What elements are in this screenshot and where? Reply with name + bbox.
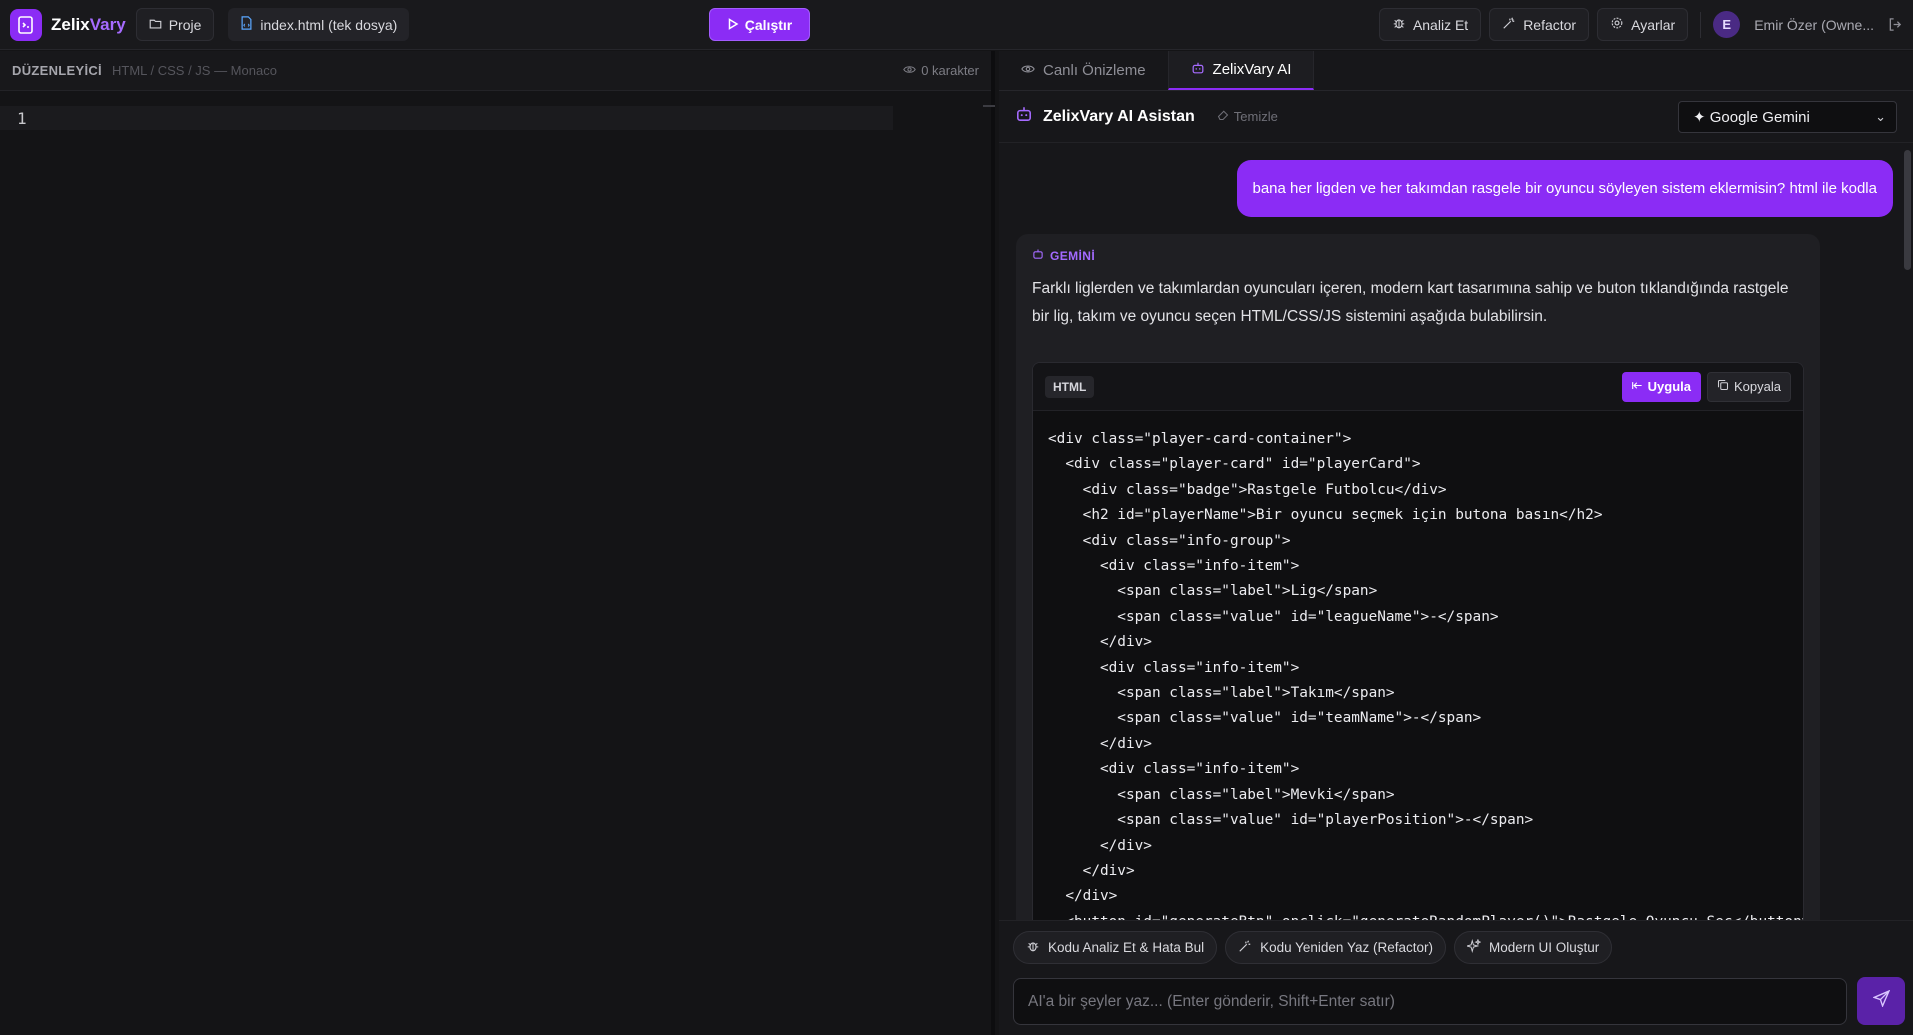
code-line: <span class="label">Lig</span>: [1048, 583, 1378, 600]
divider: [1700, 11, 1702, 38]
eye-icon: [903, 63, 916, 79]
code-line: </div>: [1048, 837, 1152, 854]
editor-subtitle: HTML / CSS / JS — Monaco: [111, 63, 277, 78]
code-line: <div class="badge">Rastgele Futbolcu</di…: [1048, 481, 1447, 498]
eraser-icon: [1217, 109, 1229, 124]
file-code-icon: [240, 16, 253, 33]
apply-button[interactable]: Uygula: [1621, 371, 1702, 402]
code-line: <span class="value" id="teamName">-</spa…: [1048, 710, 1482, 727]
scrollbar[interactable]: [1904, 150, 1911, 270]
refactor-button[interactable]: Refactor: [1489, 8, 1590, 41]
bot-icon: [1191, 61, 1205, 79]
code-editor[interactable]: DÜZENLEYİCİ HTML / CSS / JS — Monaco 0 k…: [0, 51, 995, 1035]
code-line: <h2 id="playerName">Bir oyuncu seçmek iç…: [1048, 507, 1603, 524]
sparkles-icon: [1465, 938, 1482, 956]
code-line: </div>: [1048, 735, 1152, 752]
bug-icon: [1392, 16, 1406, 33]
code-block-header: HTML Uygula Kopyala: [1033, 363, 1803, 411]
code-content: <div class="player-card-container"> <div…: [1033, 411, 1803, 920]
code-language-badge: HTML: [1045, 375, 1095, 398]
app-brand: ZelixVary: [51, 14, 126, 34]
bot-icon: [1032, 248, 1044, 263]
code-line: <div class="player-card" id="playerCard"…: [1048, 456, 1421, 473]
send-button[interactable]: [1857, 977, 1905, 1025]
composer-area: Kodu Analiz Et & Hata Bul Kodu Yeniden Y…: [999, 920, 1913, 1035]
side-panel: Canlı Önizleme ZelixVary AI ZelixVary AI…: [999, 51, 1913, 1035]
project-button[interactable]: Proje: [135, 8, 215, 41]
gear-icon: [1610, 16, 1624, 33]
chevron-down-icon: ⌄: [1875, 108, 1886, 124]
panel-tabs: Canlı Önizleme ZelixVary AI: [999, 51, 1913, 91]
play-icon: [727, 17, 739, 33]
app-logo-icon[interactable]: [10, 8, 42, 41]
folder-icon: [149, 17, 162, 33]
code-line: <button id="generateBtn" onclick="genera…: [1048, 910, 1803, 920]
code-line: <div class="info-group">: [1048, 532, 1291, 549]
analyze-button[interactable]: Analiz Et: [1378, 8, 1482, 41]
suggestion-refactor[interactable]: Kodu Yeniden Yaz (Refactor): [1225, 931, 1446, 964]
minimap-marker: [983, 105, 995, 107]
user-name[interactable]: Emir Özer (Owne...: [1754, 17, 1874, 33]
settings-button[interactable]: Ayarlar: [1597, 8, 1689, 41]
wand-icon: [1238, 939, 1252, 956]
avatar[interactable]: E: [1713, 11, 1741, 38]
code-line: </div>: [1048, 862, 1135, 879]
copy-icon: [1717, 379, 1729, 394]
code-line: <div class="info-item">: [1048, 761, 1300, 778]
top-bar: ZelixVary Proje index.html (tek dosya) Ç…: [0, 0, 1913, 50]
tab-ai[interactable]: ZelixVary AI: [1167, 51, 1315, 90]
char-count: 0 karakter: [903, 63, 979, 79]
bot-icon: [1015, 105, 1033, 128]
code-line: <div class="info-item">: [1048, 659, 1300, 676]
assistant-text: Farklı liglerden ve takımlardan oyuncula…: [1032, 280, 1789, 325]
current-line-highlight: [0, 106, 893, 130]
code-line: </div>: [1048, 634, 1152, 651]
assistant-label: GEMİNİ: [1032, 248, 1804, 263]
code-line: <div class="player-card-container">: [1048, 431, 1352, 447]
code-line: <div class="info-item">: [1048, 558, 1300, 575]
code-line: </div>: [1048, 888, 1118, 905]
chat-area[interactable]: bana her ligden ve her takımdan rasgele …: [999, 144, 1913, 920]
wand-icon: [1502, 16, 1516, 33]
insert-icon: [1631, 379, 1643, 394]
code-line: <span class="value" id="leagueName">-</s…: [1048, 608, 1499, 625]
editor-title: DÜZENLEYİCİ: [12, 63, 102, 78]
user-message: bana her ligden ve her takımdan rasgele …: [1236, 160, 1893, 217]
code-block: HTML Uygula Kopyala <div class="player-c…: [1032, 362, 1804, 920]
suggestion-modern-ui[interactable]: Modern UI Oluştur: [1453, 931, 1613, 964]
copy-button[interactable]: Kopyala: [1707, 371, 1791, 402]
logout-icon[interactable]: [1888, 17, 1903, 32]
assistant-message: GEMİNİ Farklı liglerden ve takımlardan o…: [1016, 234, 1820, 920]
code-line: <span class="value" id="playerPosition">…: [1048, 812, 1534, 829]
editor-header: DÜZENLEYİCİ HTML / CSS / JS — Monaco 0 k…: [0, 51, 991, 91]
code-line: <span class="label">Mevki</span>: [1048, 786, 1395, 803]
run-button[interactable]: Çalıştır: [709, 8, 810, 41]
eye-icon: [1021, 62, 1035, 80]
bug-icon: [1026, 939, 1040, 956]
send-icon: [1871, 989, 1890, 1012]
clear-button[interactable]: Temizle: [1217, 109, 1278, 124]
file-tab[interactable]: index.html (tek dosya): [228, 8, 410, 41]
line-number: 1: [17, 109, 27, 128]
suggestion-analyze[interactable]: Kodu Analiz Et & Hata Bul: [1013, 931, 1218, 964]
tab-live-preview[interactable]: Canlı Önizleme: [999, 51, 1168, 90]
ai-title: ZelixVary AI Asistan: [1043, 107, 1195, 125]
model-select[interactable]: ✦ Google Gemini ⌄: [1678, 100, 1897, 133]
suggestion-chips: Kodu Analiz Et & Hata Bul Kodu Yeniden Y…: [1013, 931, 1613, 964]
ai-header: ZelixVary AI Asistan Temizle ✦ Google Ge…: [999, 91, 1913, 143]
chat-input[interactable]: AI'a bir şeyler yaz... (Enter gönderir, …: [1013, 978, 1847, 1025]
code-line: <span class="label">Takım</span>: [1048, 685, 1395, 702]
